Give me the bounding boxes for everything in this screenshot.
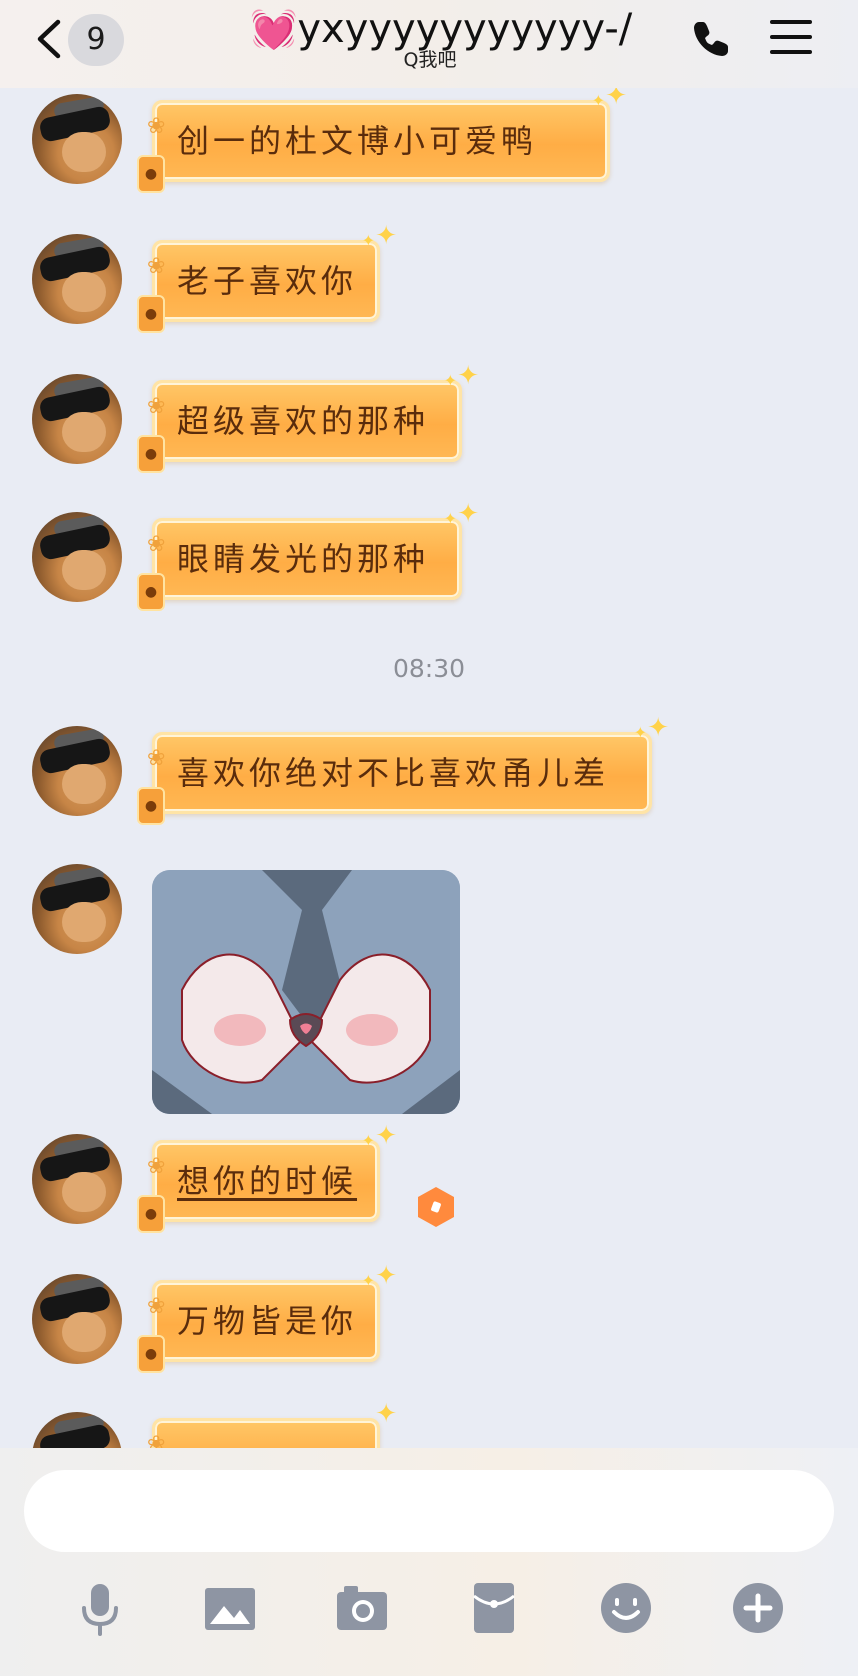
sparkle-icon: ✦ [375, 1261, 397, 1291]
chat-title-area[interactable]: 💓yxyyyyyyyyyyy-/ Q我吧 [250, 4, 632, 70]
unread-count-badge[interactable]: 9 [68, 14, 124, 66]
menu-icon[interactable] [770, 20, 812, 58]
image-icon[interactable] [200, 1578, 260, 1638]
avatar[interactable] [32, 1274, 122, 1364]
avatar[interactable] [32, 512, 122, 602]
bow-icon: ❀ [147, 1294, 170, 1319]
message-bubble[interactable]: ❀ 老子喜欢你 ● ✦ ✦ [137, 223, 397, 333]
bow-icon: ❀ [147, 746, 170, 771]
sparkle-icon: ✦ [375, 1399, 397, 1429]
camera-icon[interactable] [332, 1578, 392, 1638]
input-bar [0, 1448, 858, 1676]
sticker-drawing [152, 870, 460, 1114]
sparkle-small-icon: ✦ [633, 723, 647, 742]
message-text: 老子喜欢你 [177, 262, 358, 300]
hamster-tag-icon: ● [137, 1335, 165, 1373]
bow-icon: ❀ [147, 254, 170, 279]
emoji-icon[interactable] [596, 1578, 656, 1638]
sparkle-icon: ✦ [375, 221, 397, 251]
avatar[interactable] [32, 1412, 122, 1448]
hexagon-status-icon[interactable] [415, 1186, 457, 1228]
avatar[interactable] [32, 1134, 122, 1224]
mic-icon[interactable] [70, 1578, 130, 1638]
sparkle-small-icon: ✦ [443, 371, 457, 390]
sparkle-icon: ✦ [457, 361, 479, 391]
message-text: 眼睛发光的那种 [177, 540, 430, 578]
red-packet-icon[interactable] [464, 1578, 524, 1638]
heart-icon: 💓 [250, 7, 298, 51]
plus-icon[interactable] [728, 1578, 788, 1638]
message-text: 万物皆是你 [177, 1302, 358, 1340]
message-bubble[interactable]: ❀ 眼睛发光的那种 ● ✦ ✦ [137, 501, 479, 611]
contact-name: yxyyyyyyyyyyy-/ [297, 6, 633, 52]
message-list[interactable]: ❀ 创一的杜文博小可爱鸭 ● ✦ ✦ ❀ 老子喜欢你 ● ✦ ✦ ❀ 超级喜欢的… [0, 88, 858, 1448]
avatar[interactable] [32, 374, 122, 464]
message-text-link[interactable]: 想你的时候 [177, 1162, 357, 1200]
sparkle-small-icon: ✦ [443, 509, 457, 528]
hamster-tag-icon: ● [137, 573, 165, 611]
message-text: 喜欢你绝对不比喜欢甬儿差 [177, 754, 610, 792]
avatar[interactable] [32, 726, 122, 816]
message-bubble[interactable]: ❀ 超级喜欢的那种 ● ✦ ✦ [137, 363, 479, 473]
sparkle-small-icon: ✦ [361, 231, 375, 250]
sparkle-icon: ✦ [457, 499, 479, 529]
sparkle-icon: ✦ [647, 713, 669, 743]
message-bubble[interactable]: ❀ 喜欢你绝对不比喜欢甬儿差 ● ✦ ✦ [137, 715, 669, 825]
timestamp: 08:30 [392, 654, 466, 683]
sparkle-small-icon: ✦ [361, 1271, 375, 1290]
sparkle-icon: ✦ [605, 88, 627, 111]
hamster-tag-icon: ● [137, 295, 165, 333]
bow-icon: ❀ [147, 1154, 170, 1179]
message-text: 超级喜欢的那种 [177, 402, 430, 440]
chat-header: 9 💓yxyyyyyyyyyyy-/ Q我吧 [0, 0, 858, 88]
bow-icon: ❀ [147, 394, 170, 419]
sparkle-small-icon: ✦ [591, 91, 605, 110]
sparkle-small-icon: ✦ [361, 1131, 375, 1150]
phone-icon[interactable] [690, 18, 732, 60]
bow-icon: ❀ [147, 532, 170, 557]
message-bubble[interactable]: ❀ 创一的杜文博小可爱鸭 ● ✦ ✦ [137, 88, 627, 193]
hand-heart-sticker[interactable] [152, 870, 460, 1114]
hamster-tag-icon: ● [137, 435, 165, 473]
bow-icon: ❀ [147, 114, 170, 139]
bow-icon: ❀ [147, 1432, 170, 1448]
sparkle-icon: ✦ [375, 1121, 397, 1151]
avatar[interactable] [32, 864, 122, 954]
back-chevron-icon[interactable] [30, 16, 70, 62]
hamster-tag-icon: ● [137, 787, 165, 825]
message-bubble[interactable]: ❀ 万物皆是你 ● ✦ ✦ [137, 1263, 397, 1373]
message-input[interactable] [24, 1470, 834, 1552]
message-bubble[interactable]: ❀ ✦ [147, 1401, 397, 1448]
avatar[interactable] [32, 234, 122, 324]
message-bubble[interactable]: ❀ 想你的时候 ● ✦ ✦ [137, 1123, 397, 1233]
avatar[interactable] [32, 94, 122, 184]
message-text: 创一的杜文博小可爱鸭 [177, 122, 538, 160]
hamster-tag-icon: ● [137, 155, 165, 193]
hamster-tag-icon: ● [137, 1195, 165, 1233]
chat-title: 💓yxyyyyyyyyyyy-/ [250, 4, 632, 54]
